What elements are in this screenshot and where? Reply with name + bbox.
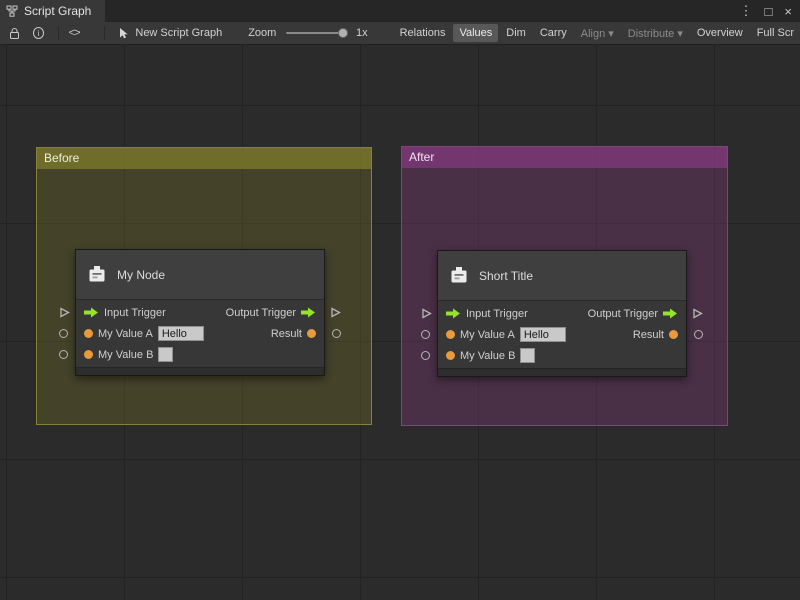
flow-inlet-triangle[interactable] — [59, 307, 70, 318]
graph-name-label[interactable]: New Script Graph — [135, 27, 222, 39]
flow-inlet-triangle[interactable] — [421, 308, 432, 319]
port-row: My Value B — [76, 344, 324, 365]
graph-icon — [6, 5, 18, 17]
node-my-node[interactable]: My Node Input Trigger Output Trigger — [75, 249, 325, 376]
value-inlet-circle[interactable] — [421, 330, 430, 339]
result-label: Result — [633, 329, 664, 341]
flow-output-port-icon[interactable] — [301, 307, 316, 318]
carry-button[interactable]: Carry — [534, 24, 573, 42]
chevron-down-icon: ▾ — [677, 28, 683, 40]
node-header[interactable]: Short Title — [438, 251, 686, 301]
flow-output-port-icon[interactable] — [663, 308, 678, 319]
graph-canvas[interactable]: Before After My Node — [0, 45, 800, 600]
align-label: Align — [581, 28, 605, 40]
value-output-port-icon[interactable] — [307, 329, 316, 338]
output-trigger-label: Output Trigger — [226, 307, 296, 319]
flow-input-port-icon[interactable] — [446, 308, 461, 319]
node-title: Short Title — [479, 269, 533, 283]
values-button[interactable]: Values — [453, 24, 498, 42]
zoom-value: 1x — [356, 27, 368, 39]
group-before-header[interactable]: Before — [37, 148, 371, 169]
zoom-slider[interactable] — [286, 32, 346, 34]
info-icon[interactable]: i — [33, 27, 44, 39]
value-b-label: My Value B — [460, 350, 515, 362]
dim-button[interactable]: Dim — [500, 24, 532, 42]
zoom-label: Zoom — [248, 27, 276, 39]
flow-outlet-triangle[interactable] — [692, 308, 703, 319]
value-outlet-circle[interactable] — [694, 330, 703, 339]
node-body: Input Trigger Output Trigger My Value A — [76, 300, 324, 365]
value-a-input[interactable] — [520, 327, 566, 342]
port-row: My Value B — [438, 345, 686, 366]
value-output-port-icon[interactable] — [669, 330, 678, 339]
value-a-input[interactable] — [158, 326, 204, 341]
lock-icon[interactable] — [8, 27, 21, 40]
zoom-slider-knob[interactable] — [338, 28, 348, 38]
node-short-title[interactable]: Short Title Input Trigger Output Trigger — [437, 250, 687, 377]
node-body: Input Trigger Output Trigger My Value A — [438, 301, 686, 366]
node-title: My Node — [117, 268, 165, 282]
input-trigger-label: Input Trigger — [104, 307, 166, 319]
group-after-header[interactable]: After — [402, 147, 727, 168]
node-icon — [86, 264, 108, 286]
node-footer — [76, 367, 324, 375]
port-row: My Value A Result — [76, 323, 324, 344]
value-outlet-circle[interactable] — [332, 329, 341, 338]
flow-outlet-triangle[interactable] — [330, 307, 341, 318]
chevron-down-icon: ▾ — [608, 28, 614, 40]
script-graph-window: Script Graph ⋮ □ × i <> New Script Graph… — [0, 0, 800, 600]
value-input-port-icon[interactable] — [446, 330, 455, 339]
close-icon[interactable]: × — [784, 4, 792, 19]
toolbar-separator — [104, 26, 105, 40]
window-controls: ⋮ □ × — [740, 3, 800, 19]
value-a-label: My Value A — [460, 329, 515, 341]
value-input-port-icon[interactable] — [446, 351, 455, 360]
port-row: My Value A Result — [438, 324, 686, 345]
output-trigger-label: Output Trigger — [588, 308, 658, 320]
graph-cursor-icon — [118, 27, 130, 39]
tab-script-graph[interactable]: Script Graph — [0, 0, 105, 22]
flow-input-port-icon[interactable] — [84, 307, 99, 318]
port-row: Input Trigger Output Trigger — [76, 302, 324, 323]
result-label: Result — [271, 328, 302, 340]
window-menu-icon[interactable]: ⋮ — [740, 3, 753, 19]
distribute-label: Distribute — [628, 28, 674, 40]
value-inlet-circle[interactable] — [59, 350, 68, 359]
relations-button[interactable]: Relations — [394, 24, 452, 42]
maximize-icon[interactable]: □ — [765, 4, 773, 19]
value-b-input[interactable] — [520, 348, 535, 363]
value-inlet-circle[interactable] — [59, 329, 68, 338]
fullscreen-button[interactable]: Full Scr — [751, 24, 800, 42]
value-b-input[interactable] — [158, 347, 173, 362]
value-inlet-circle[interactable] — [421, 351, 430, 360]
tab-title: Script Graph — [24, 4, 91, 18]
value-input-port-icon[interactable] — [84, 329, 93, 338]
input-trigger-label: Input Trigger — [466, 308, 528, 320]
align-dropdown[interactable]: Align ▾ — [575, 24, 620, 43]
distribute-dropdown[interactable]: Distribute ▾ — [622, 24, 689, 43]
port-row: Input Trigger Output Trigger — [438, 303, 686, 324]
value-b-label: My Value B — [98, 349, 153, 361]
toolbar-separator — [58, 26, 59, 40]
value-a-label: My Value A — [98, 328, 153, 340]
titlebar: Script Graph ⋮ □ × — [0, 0, 800, 22]
node-header[interactable]: My Node — [76, 250, 324, 300]
node-footer — [438, 368, 686, 376]
graph-toolbar: i <> New Script Graph Zoom 1x Relations … — [0, 22, 800, 45]
node-icon — [448, 265, 470, 287]
value-input-port-icon[interactable] — [84, 350, 93, 359]
overview-button[interactable]: Overview — [691, 24, 749, 42]
code-view-icon[interactable]: <> — [69, 27, 80, 39]
